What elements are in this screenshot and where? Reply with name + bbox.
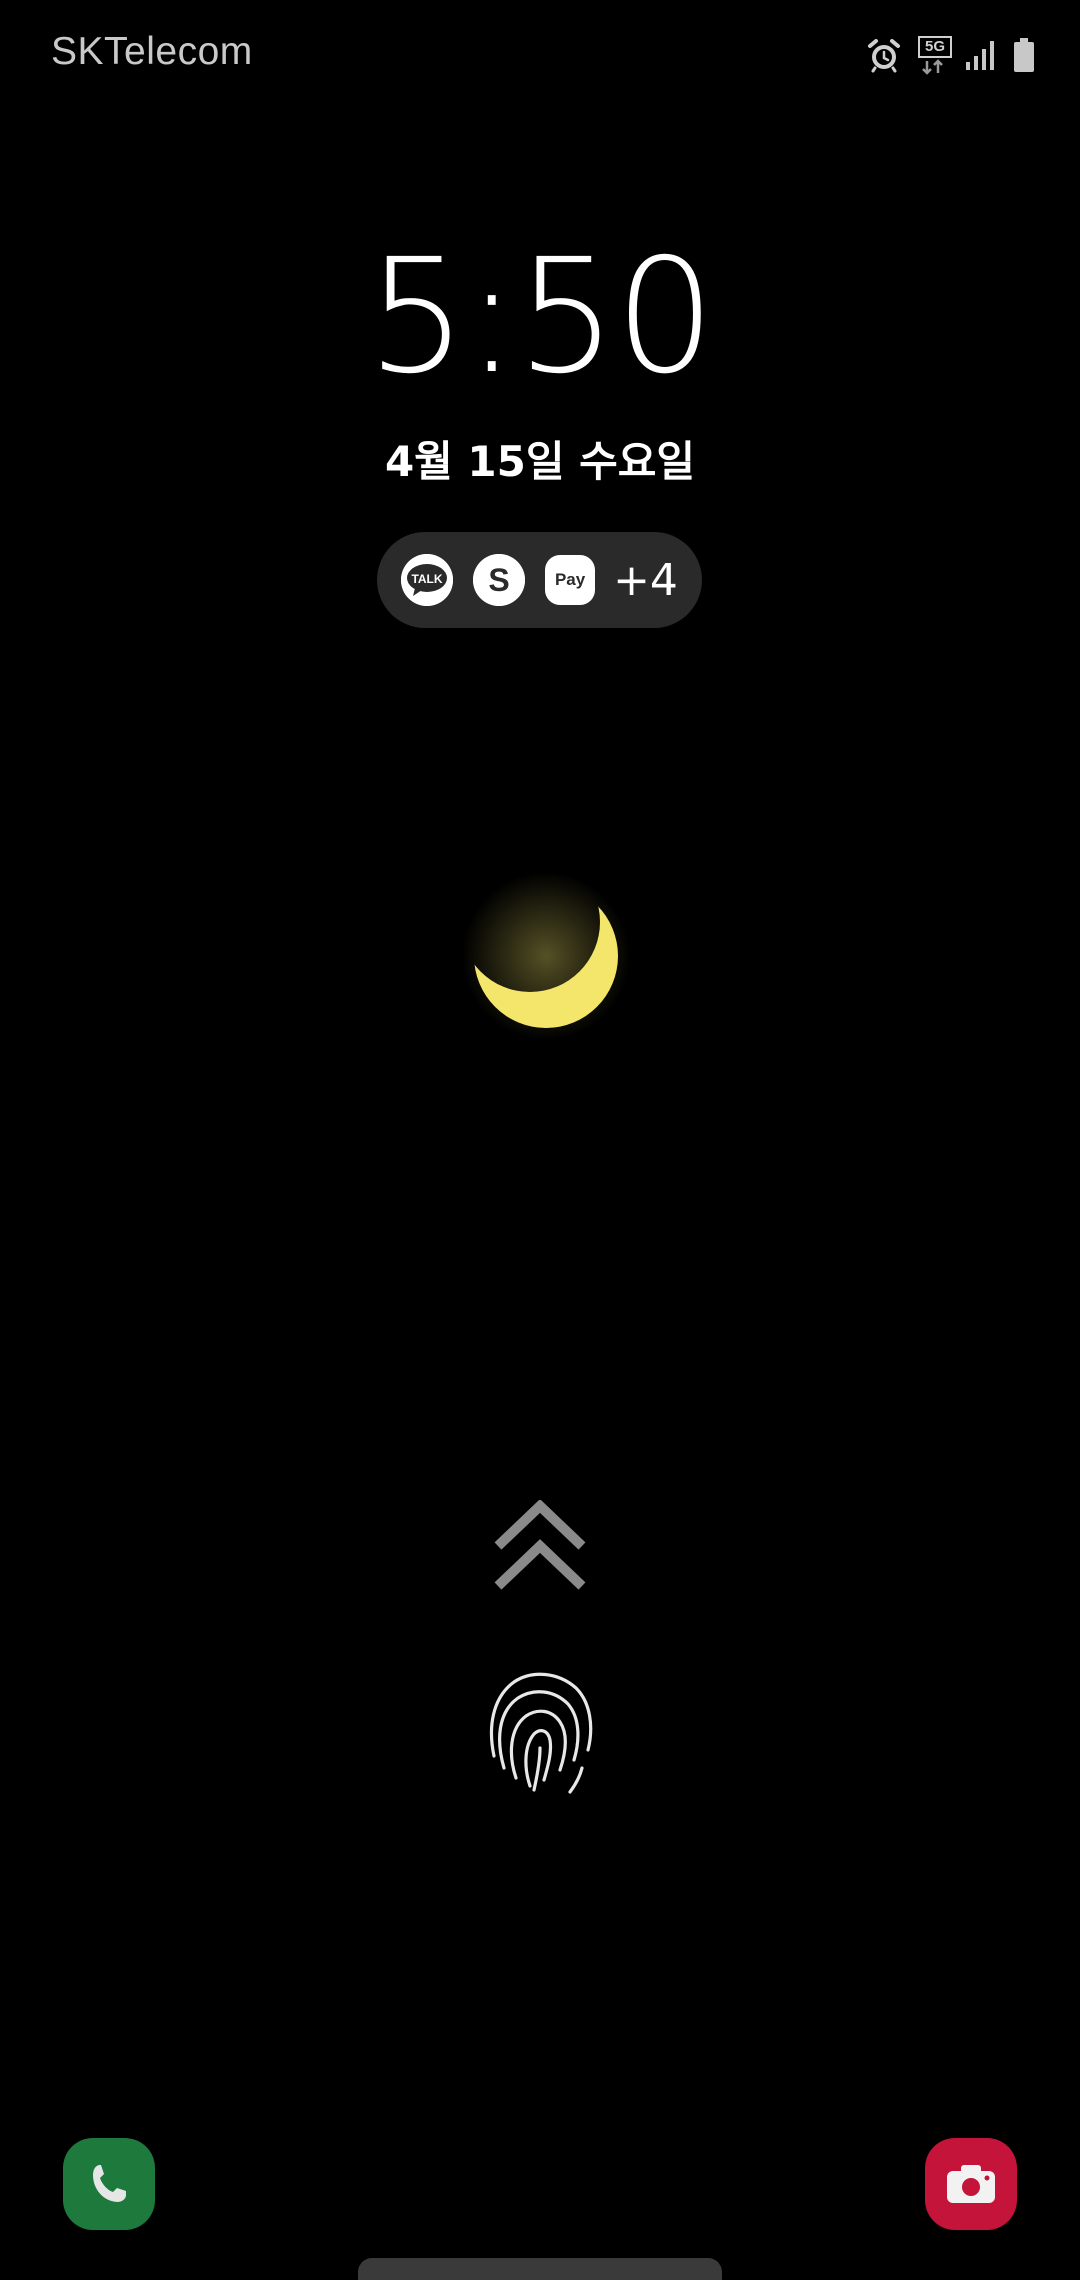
network-type-label: 5G xyxy=(918,36,952,58)
crescent-moon-wallpaper xyxy=(460,870,630,1040)
fingerprint-icon[interactable] xyxy=(484,1668,596,1798)
pay-label: Pay xyxy=(554,570,586,589)
pay-icon: Pay xyxy=(545,555,596,605)
network-5g-icon: 5G xyxy=(916,35,952,75)
carrier-label: SKTelecom xyxy=(51,30,253,73)
more-notifications-count: +4 xyxy=(613,554,678,606)
status-icons: 5G xyxy=(866,30,1036,80)
signal-icon xyxy=(966,41,994,70)
s-app-label: S xyxy=(488,562,509,598)
status-bar: SKTelecom 5G xyxy=(0,0,1080,110)
lock-clock: 5:50 xyxy=(366,225,716,409)
kakaotalk-label: TALK xyxy=(412,572,443,586)
lock-date: 4월 15일 수요일 xyxy=(384,437,696,486)
alarm-icon xyxy=(868,39,900,73)
swipe-up-chevrons-icon xyxy=(494,1500,586,1590)
home-indicator[interactable] xyxy=(358,2258,722,2280)
kakaotalk-icon: TALK xyxy=(401,554,454,606)
phone-shortcut-button[interactable] xyxy=(63,2138,155,2230)
camera-shortcut-button[interactable] xyxy=(925,2138,1017,2230)
battery-icon xyxy=(1014,38,1034,72)
phone-icon xyxy=(93,2165,126,2202)
notification-icons-pill[interactable]: TALK S Pay +4 xyxy=(377,532,702,628)
s-app-icon: S xyxy=(473,554,526,606)
camera-icon xyxy=(947,2165,995,2203)
data-arrows-icon xyxy=(922,59,943,75)
